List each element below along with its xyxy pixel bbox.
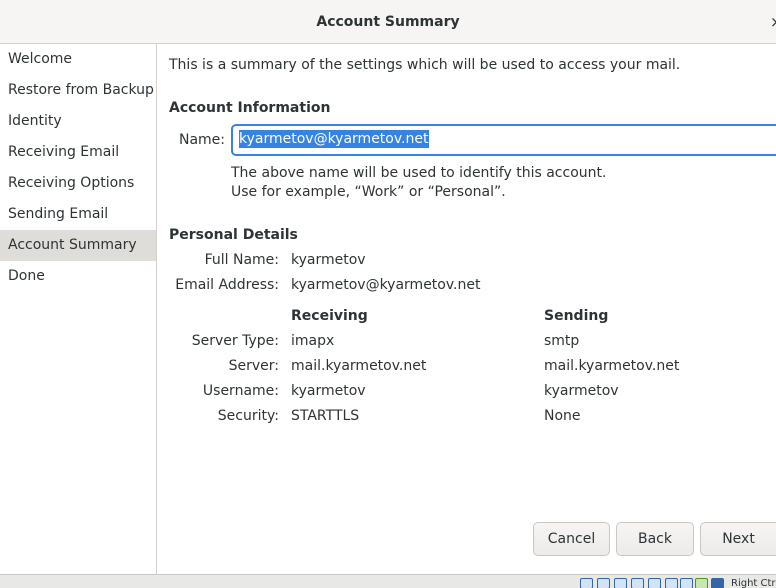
sidebar-item-sending-email[interactable]: Sending Email — [0, 199, 156, 230]
main-content: This is a summary of the settings which … — [157, 44, 776, 574]
email-label: Email Address: — [175, 277, 279, 293]
sending-server: mail.kyarmetov.net — [544, 358, 680, 374]
name-hint-line2: Use for example, “Work” or “Personal”. — [231, 184, 506, 200]
sidebar: Welcome Restore from Backup Identity Rec… — [0, 44, 157, 574]
network-icon[interactable] — [614, 578, 627, 588]
receiving-server: mail.kyarmetov.net — [291, 358, 427, 374]
account-info-heading: Account Information — [169, 100, 331, 116]
full-name-value: kyarmetov — [291, 252, 366, 268]
sidebar-item-done[interactable]: Done — [0, 261, 156, 292]
name-label: Name: — [178, 132, 225, 148]
sidebar-item-receiving-options[interactable]: Receiving Options — [0, 168, 156, 199]
personal-details-heading: Personal Details — [169, 227, 298, 243]
sidebar-item-welcome[interactable]: Welcome — [0, 44, 156, 75]
close-icon[interactable]: × — [770, 13, 776, 31]
usb-icon[interactable] — [631, 578, 644, 588]
account-name-value: kyarmetov@kyarmetov.net — [239, 130, 429, 148]
server-label: Server: — [228, 358, 279, 374]
receiving-username: kyarmetov — [291, 383, 366, 399]
shared-folders-icon[interactable] — [648, 578, 661, 588]
security-label: Security: — [217, 408, 279, 424]
recording-icon[interactable] — [680, 578, 693, 588]
cancel-button[interactable]: Cancel — [533, 522, 610, 556]
sidebar-item-receiving-email[interactable]: Receiving Email — [0, 137, 156, 168]
sending-heading: Sending — [544, 308, 609, 324]
display-icon[interactable] — [665, 578, 678, 588]
title-bar: Account Summary × — [0, 0, 776, 44]
username-label: Username: — [202, 383, 279, 399]
mouse-integration-icon[interactable] — [711, 578, 724, 588]
cpu-activity-icon[interactable] — [695, 578, 708, 588]
host-key-label: Right Ctrl — [731, 578, 776, 588]
sidebar-item-account-summary[interactable]: Account Summary — [0, 230, 156, 261]
account-name-input[interactable]: kyarmetov@kyarmetov.net — [231, 124, 776, 156]
receiving-heading: Receiving — [291, 308, 368, 324]
sending-security: None — [544, 408, 581, 424]
window-title: Account Summary — [316, 14, 460, 30]
audio-icon[interactable] — [597, 578, 610, 588]
name-hint-line1: The above name will be used to identify … — [231, 165, 607, 181]
email-value: kyarmetov@kyarmetov.net — [291, 277, 481, 293]
intro-text: This is a summary of the settings which … — [169, 57, 681, 73]
full-name-label: Full Name: — [204, 252, 279, 268]
sidebar-item-restore-from-backup[interactable]: Restore from Backup — [0, 75, 156, 106]
sidebar-item-identity[interactable]: Identity — [0, 106, 156, 137]
vm-status-bar: Right Ctrl — [0, 574, 776, 588]
sending-server-type: smtp — [544, 333, 580, 349]
receiving-security: STARTTLS — [291, 408, 360, 424]
next-button[interactable]: Next — [700, 522, 776, 556]
optical-drive-icon[interactable] — [580, 578, 593, 588]
server-type-label: Server Type: — [191, 333, 279, 349]
back-button[interactable]: Back — [616, 522, 694, 556]
receiving-server-type: imapx — [291, 333, 335, 349]
sending-username: kyarmetov — [544, 383, 619, 399]
